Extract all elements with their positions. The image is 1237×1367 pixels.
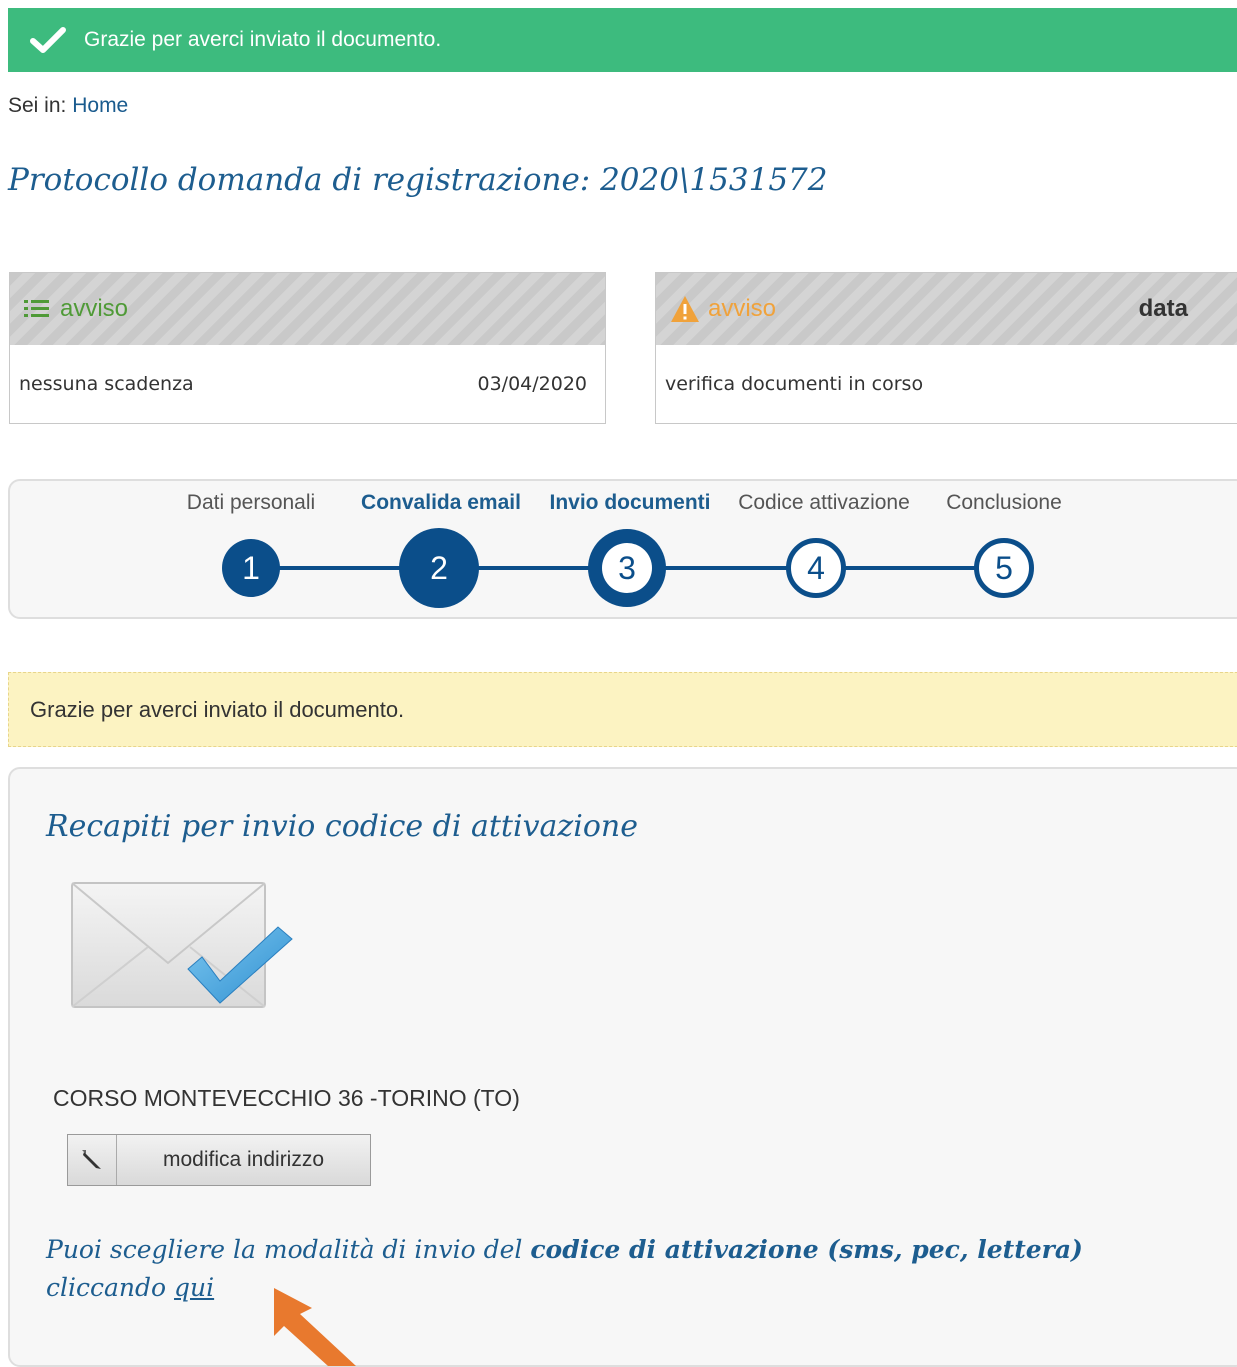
notice-text: Grazie per averci inviato il documento. xyxy=(30,696,405,722)
step-label-dati-personali: Dati personali xyxy=(186,491,316,514)
progress-stepper: Dati personali Convalida email Invio doc… xyxy=(8,479,1237,619)
status-card-body: verifica documenti in corso xyxy=(656,345,1237,423)
step-label-codice-attivazione: Codice attivazione xyxy=(738,491,910,514)
panel-title: Recapiti per invio codice di attivazione xyxy=(46,809,638,844)
breadcrumb: Sei in: Home xyxy=(8,94,128,118)
edit-address-button[interactable]: modifica indirizzo xyxy=(67,1134,371,1186)
step-5-circle: 5 xyxy=(974,538,1034,598)
check-icon xyxy=(30,27,66,53)
info-prefix: Puoi scegliere la modalità di invio del xyxy=(46,1235,531,1264)
envelope-check-icon xyxy=(71,882,293,1008)
step-3-number: 3 xyxy=(602,543,652,593)
step-1-number: 1 xyxy=(242,549,260,586)
banner-message: Grazie per averci inviato il documento. xyxy=(84,28,442,51)
notice-box: Grazie per averci inviato il documento. xyxy=(8,672,1237,747)
deadline-card-header: avviso xyxy=(10,273,605,345)
warning-icon xyxy=(671,296,699,322)
edit-address-label: modifica indirizzo xyxy=(162,1148,325,1171)
deadline-card-title: avviso xyxy=(60,295,129,322)
info-middle: cliccando xyxy=(46,1273,175,1302)
step-label-conclusione: Conclusione xyxy=(946,491,1062,514)
step-label-convalida-email: Convalida email xyxy=(361,491,521,514)
deadline-date: 03/04/2020 xyxy=(477,373,587,395)
status-card-title: avviso xyxy=(708,295,777,322)
list-icon xyxy=(24,300,49,317)
step-1-circle: 1 xyxy=(222,539,280,597)
page-title: Protocollo domanda di registrazione: 202… xyxy=(8,162,828,198)
step-2-circle: 2 xyxy=(399,528,479,608)
deadline-card: avviso nessuna scadenza 03/04/2020 xyxy=(9,272,606,424)
step-5-number: 5 xyxy=(995,549,1013,586)
step-4-circle: 4 xyxy=(786,538,846,598)
activation-contacts-panel: Recapiti per invio codice di attivazione… xyxy=(8,767,1237,1367)
status-card: avviso data verifica documenti in corso xyxy=(655,272,1237,424)
step-2-number: 2 xyxy=(430,549,448,586)
address-text: CORSO MONTEVECCHIO 36 -TORINO (TO) xyxy=(53,1085,520,1111)
breadcrumb-home-link[interactable]: Home xyxy=(72,94,128,117)
status-card-header: avviso data xyxy=(656,273,1237,345)
deadline-text: nessuna scadenza xyxy=(19,373,194,395)
info-bold: codice di attivazione (sms, pec, lettera… xyxy=(530,1235,1083,1264)
delivery-method-info: Puoi scegliere la modalità di invio del … xyxy=(46,1231,1206,1307)
step-3-circle: 3 xyxy=(588,529,666,607)
success-banner: Grazie per averci inviato il documento. xyxy=(8,8,1237,72)
status-card-date-header: data xyxy=(1138,295,1188,322)
choose-method-link[interactable]: qui xyxy=(174,1273,214,1302)
deadline-card-body: nessuna scadenza 03/04/2020 xyxy=(10,345,605,423)
step-label-invio-documenti: Invio documenti xyxy=(549,491,711,514)
orange-arrow-icon xyxy=(274,1288,356,1366)
breadcrumb-prefix: Sei in: xyxy=(8,94,67,117)
step-4-number: 4 xyxy=(807,549,825,586)
status-text: verifica documenti in corso xyxy=(665,373,924,395)
pencil-icon xyxy=(82,1150,101,1169)
pencil-icon-box xyxy=(68,1135,117,1185)
